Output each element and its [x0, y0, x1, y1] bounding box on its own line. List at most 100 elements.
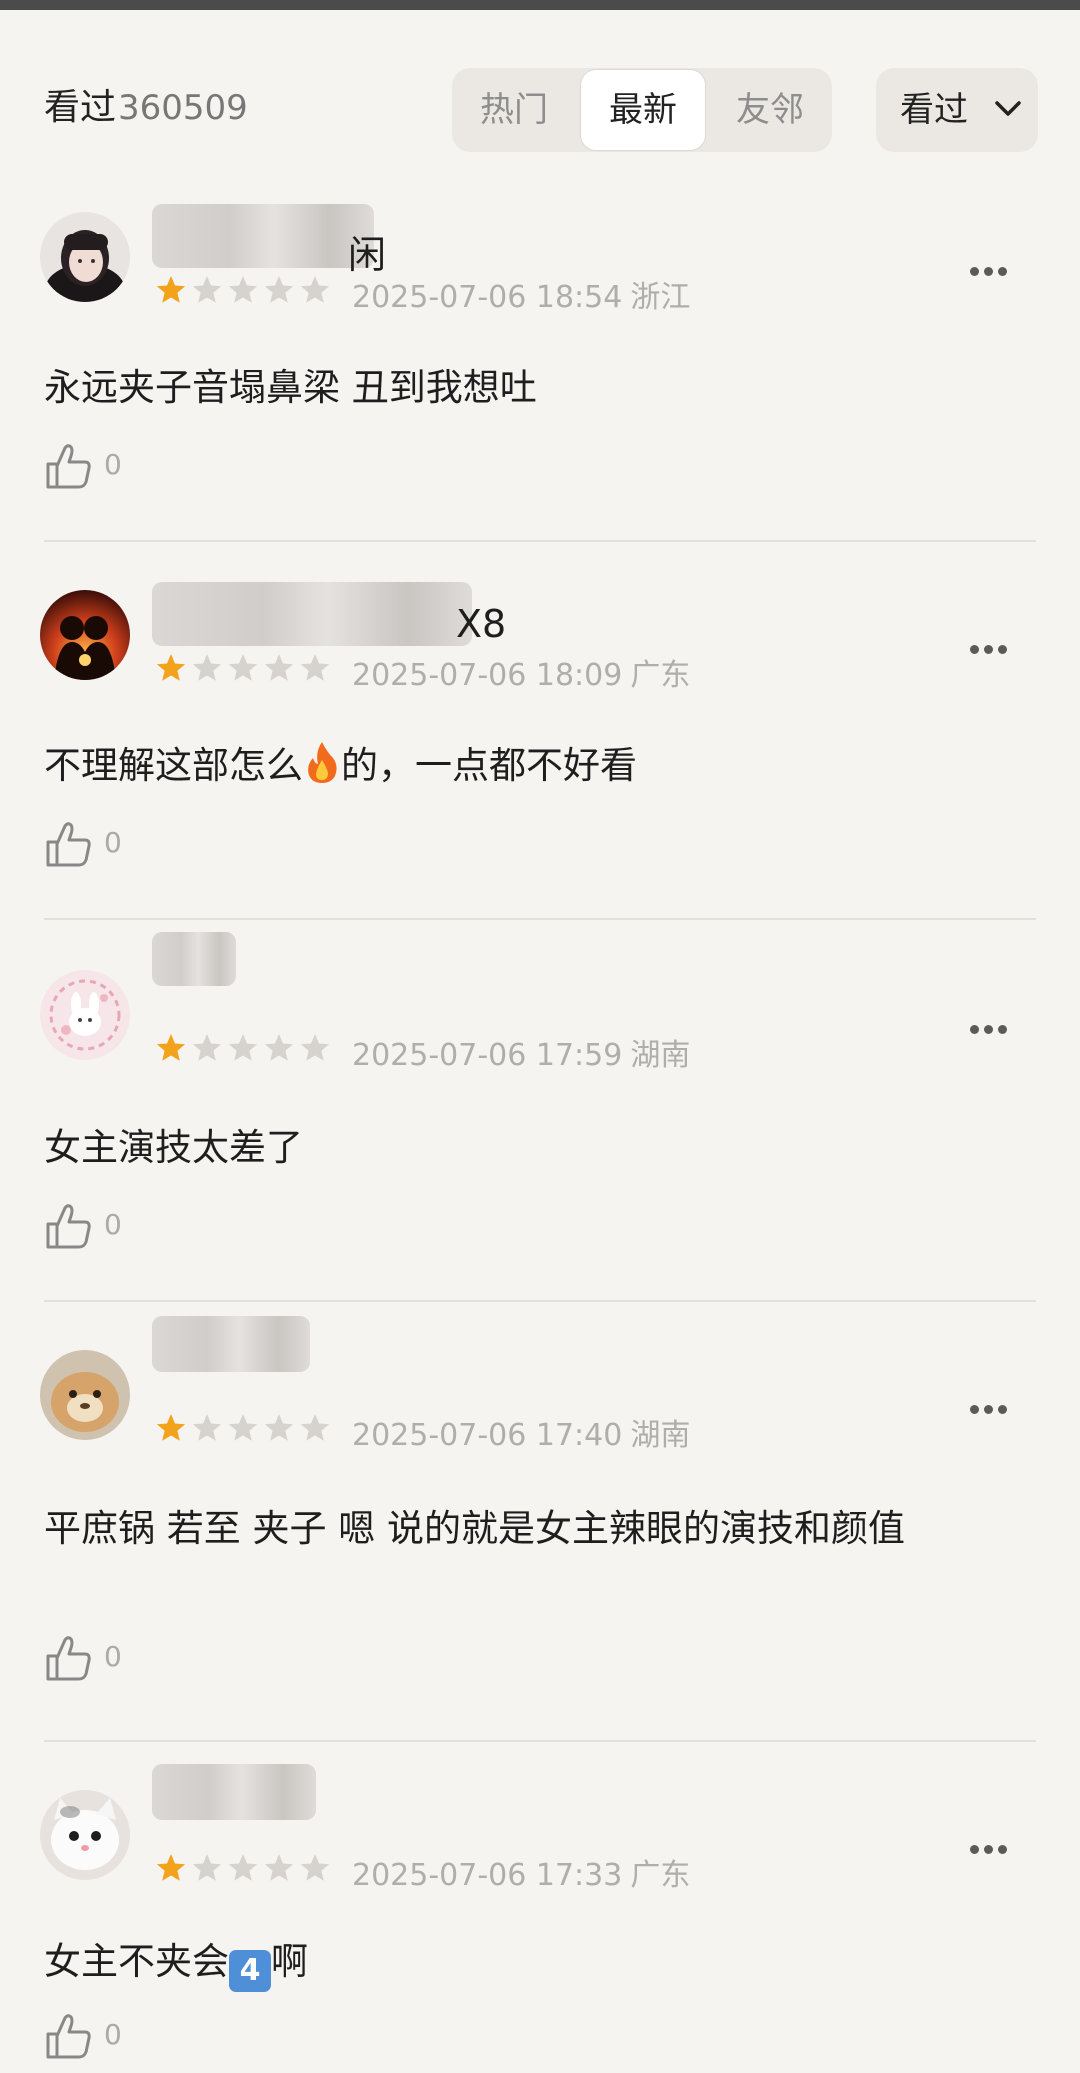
- comment-text: 女主不夹会 4 啊: [44, 1934, 1004, 1992]
- star-empty-icon: [264, 654, 294, 681]
- comment-meta: 2025-07-06 17:33 广东: [352, 1850, 690, 1894]
- like-count: 0: [104, 826, 122, 859]
- divider: [44, 540, 1036, 542]
- star-filled-icon: [156, 654, 186, 681]
- like-button[interactable]: 0: [44, 442, 122, 494]
- like-count: 0: [104, 448, 122, 481]
- comment-location: 湖南: [630, 1418, 691, 1453]
- star-empty-icon: [300, 1034, 330, 1061]
- tab-hot[interactable]: 热门: [452, 68, 576, 152]
- watched-number: 360509: [118, 88, 248, 128]
- comment-text-part: 的，一点都不好看: [341, 744, 637, 787]
- star-empty-icon: [228, 654, 258, 681]
- divider: [44, 918, 1036, 920]
- avatar[interactable]: [40, 1790, 130, 1880]
- star-empty-icon: [192, 654, 222, 681]
- comment-date: 2025-07-06 17:59: [352, 1038, 623, 1073]
- username-visible[interactable]: X8: [456, 602, 506, 646]
- username-visible[interactable]: 闲: [348, 224, 386, 279]
- thumbs-up-icon: [46, 1636, 91, 1681]
- username-blurred[interactable]: [152, 204, 374, 268]
- comment-text-part: 啊: [271, 1940, 308, 1983]
- star-empty-icon: [264, 276, 294, 303]
- star-empty-icon: [300, 654, 330, 681]
- like-button[interactable]: 0: [44, 1202, 122, 1254]
- comment-meta: 2025-07-06 18:54 浙江: [352, 272, 690, 316]
- star-empty-icon: [300, 1854, 330, 1881]
- star-empty-icon: [228, 276, 258, 303]
- thumbs-up-icon: [46, 2014, 91, 2059]
- sort-tabs: 热门 最新 友邻: [452, 68, 832, 152]
- status-bar-edge: [0, 0, 1080, 10]
- star-filled-icon: [156, 1034, 186, 1061]
- comment-text: 不理解这部怎么 的，一点都不好看: [44, 738, 1004, 794]
- comment-date: 2025-07-06 17:33: [352, 1858, 623, 1893]
- avatar[interactable]: [40, 212, 130, 302]
- more-options-button[interactable]: [970, 250, 1012, 283]
- username-blurred[interactable]: [152, 1316, 310, 1372]
- more-options-button[interactable]: [970, 1828, 1012, 1861]
- star-empty-icon: [192, 1414, 222, 1441]
- like-button[interactable]: 0: [44, 1634, 122, 1686]
- comment-date: 2025-07-06 18:09: [352, 658, 623, 693]
- watched-label: 看过: [44, 87, 117, 128]
- fire-emoji-icon: [308, 742, 337, 783]
- thumbs-up-icon: [46, 822, 91, 867]
- star-rating: [154, 1852, 334, 1886]
- comment-location: 浙江: [630, 280, 691, 315]
- keycap-four-emoji: 4: [229, 1950, 271, 1992]
- filter-label: 看过: [900, 90, 968, 130]
- star-empty-icon: [300, 1414, 330, 1441]
- star-empty-icon: [300, 276, 330, 303]
- star-filled-icon: [156, 1414, 186, 1441]
- star-rating: [154, 652, 334, 686]
- star-empty-icon: [192, 276, 222, 303]
- more-options-button[interactable]: [970, 1388, 1012, 1421]
- comment-text: 女主演技太差了: [44, 1126, 303, 1169]
- like-button[interactable]: 0: [44, 820, 122, 872]
- comment-location: 湖南: [630, 1038, 691, 1073]
- comment-date: 2025-07-06 18:54: [352, 280, 623, 315]
- comment-meta: 2025-07-06 17:40 湖南: [352, 1410, 690, 1454]
- comment-text: 平庶锅 若至 夹子 嗯 说的就是女主辣眼的演技和颜值: [44, 1507, 906, 1550]
- comment-text-part: 女主不夹会: [44, 1940, 229, 1983]
- star-empty-icon: [228, 1414, 258, 1441]
- avatar[interactable]: [40, 970, 130, 1060]
- divider: [44, 1740, 1036, 1742]
- divider: [44, 1300, 1036, 1302]
- watched-count: 看过360509: [44, 78, 248, 130]
- like-count: 0: [104, 2018, 122, 2051]
- watched-filter-dropdown[interactable]: 看过: [876, 68, 1038, 152]
- star-filled-icon: [156, 276, 186, 303]
- username-blurred[interactable]: [152, 582, 472, 646]
- more-options-button[interactable]: [970, 1008, 1012, 1041]
- comments-header: 看过360509 热门 最新 友邻 看过: [44, 68, 1044, 154]
- thumbs-up-icon: [46, 1204, 91, 1249]
- star-empty-icon: [264, 1854, 294, 1881]
- username-blurred[interactable]: [152, 932, 236, 986]
- star-empty-icon: [264, 1414, 294, 1441]
- star-empty-icon: [192, 1034, 222, 1061]
- comment-meta: 2025-07-06 18:09 广东: [352, 650, 690, 694]
- comment-meta: 2025-07-06 17:59 湖南: [352, 1030, 690, 1074]
- star-empty-icon: [192, 1854, 222, 1881]
- like-button[interactable]: 0: [44, 2012, 122, 2064]
- star-rating: [154, 1412, 334, 1446]
- tab-friends[interactable]: 友邻: [708, 68, 832, 152]
- comment-date: 2025-07-06 17:40: [352, 1418, 623, 1453]
- avatar[interactable]: [40, 1350, 130, 1440]
- more-options-button[interactable]: [970, 628, 1012, 661]
- username-blurred[interactable]: [152, 1764, 316, 1820]
- avatar[interactable]: [40, 590, 130, 680]
- chevron-down-icon: [995, 101, 1021, 116]
- comment-location: 广东: [630, 658, 691, 693]
- star-rating: [154, 274, 334, 308]
- star-empty-icon: [228, 1034, 258, 1061]
- star-empty-icon: [264, 1034, 294, 1061]
- like-count: 0: [104, 1208, 122, 1241]
- tab-latest[interactable]: 最新: [580, 69, 706, 151]
- like-count: 0: [104, 1640, 122, 1673]
- star-rating: [154, 1032, 334, 1066]
- star-filled-icon: [156, 1854, 186, 1881]
- star-empty-icon: [228, 1854, 258, 1881]
